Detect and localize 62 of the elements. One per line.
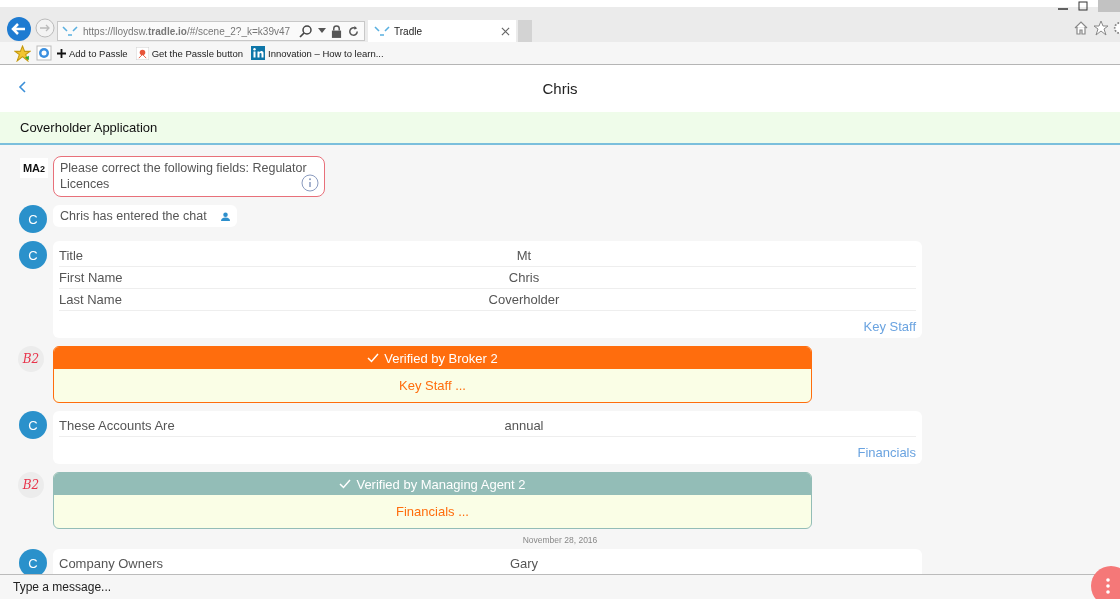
error-message-text: Please correct the following fields: Regulator Licences bbox=[60, 161, 307, 191]
octopus-icon bbox=[135, 46, 149, 60]
restore-icon[interactable] bbox=[1078, 1, 1088, 11]
form-link[interactable]: Financials bbox=[857, 445, 916, 460]
verification-subject: Key Staff ... bbox=[399, 378, 466, 393]
search-icon[interactable] bbox=[299, 24, 313, 38]
browser-tab[interactable]: Tradle bbox=[368, 20, 516, 42]
field-label: These Accounts Are bbox=[59, 418, 176, 433]
home-icon[interactable] bbox=[1073, 19, 1089, 36]
close-icon[interactable] bbox=[501, 26, 510, 36]
field-value: Chris bbox=[507, 270, 541, 285]
favorite-label: Innovation – How to learn... bbox=[268, 47, 384, 59]
forward-button[interactable] bbox=[35, 17, 55, 38]
verification-card[interactable]: Verified by Managing Agent 2 Financials ... bbox=[53, 472, 812, 529]
refresh-icon[interactable] bbox=[347, 24, 360, 38]
back-chevron-icon[interactable] bbox=[18, 80, 26, 93]
lock-icon bbox=[331, 24, 342, 38]
favorites-star-icon[interactable] bbox=[14, 44, 31, 62]
form-link[interactable]: Key Staff bbox=[863, 319, 916, 334]
browser-logo-icon[interactable] bbox=[36, 45, 52, 61]
verification-title: Verified by Managing Agent 2 bbox=[356, 476, 526, 492]
avatar: C bbox=[19, 205, 47, 233]
field-label: First Name bbox=[59, 270, 124, 285]
field-label: Title bbox=[59, 248, 85, 263]
favorite-link[interactable]: Add to Passle bbox=[57, 47, 128, 59]
checkmark-icon bbox=[367, 353, 380, 363]
field-value: annual bbox=[503, 418, 545, 433]
linkedin-icon bbox=[251, 46, 265, 60]
avatar: B2 bbox=[18, 472, 44, 498]
verification-title: Verified by Broker 2 bbox=[384, 350, 498, 366]
back-button[interactable] bbox=[6, 15, 32, 42]
avatar: C bbox=[19, 241, 47, 269]
system-message-text: Chris has entered the chat bbox=[60, 209, 207, 223]
site-logo-icon bbox=[374, 25, 390, 37]
person-icon bbox=[220, 211, 230, 221]
field-label: Last Name bbox=[59, 292, 123, 307]
verification-card[interactable]: Verified by Broker 2 Key Staff ... bbox=[53, 346, 812, 403]
avatar: C bbox=[19, 549, 47, 574]
field-value: Mt bbox=[515, 248, 533, 263]
field-value: Coverholder bbox=[487, 292, 561, 307]
field-label: Company Owners bbox=[59, 556, 165, 571]
verification-subject: Financials ... bbox=[396, 504, 469, 519]
favorite-link[interactable]: Innovation – How to learn... bbox=[251, 46, 384, 60]
application-banner: Coverholder Application bbox=[0, 112, 1120, 145]
field-value: Gary bbox=[508, 556, 540, 571]
message-input[interactable]: Type a message... bbox=[0, 580, 426, 594]
more-icon bbox=[1106, 578, 1110, 594]
checkmark-icon bbox=[339, 479, 352, 489]
dropdown-caret-icon[interactable] bbox=[318, 28, 326, 34]
url-text: https://lloydsw.tradle.io/#/scene_2?_k=k39v47 bbox=[83, 25, 292, 37]
site-logo-icon bbox=[62, 25, 78, 37]
favorite-label: Add to Passle bbox=[69, 47, 128, 59]
favorite-link[interactable]: Get the Passle button bbox=[135, 46, 243, 60]
plus-icon bbox=[57, 48, 66, 58]
avatar: B2 bbox=[18, 346, 44, 372]
info-icon[interactable] bbox=[301, 174, 319, 192]
avatar: C bbox=[19, 411, 47, 439]
date-label: November 28, 2016 bbox=[521, 535, 599, 545]
chat-title: Chris bbox=[541, 80, 579, 97]
address-bar[interactable]: https://lloydsw.tradle.io/#/scene_2?_k=k39v47 bbox=[57, 21, 365, 41]
star-icon[interactable] bbox=[1093, 19, 1109, 36]
favorite-label: Get the Passle button bbox=[151, 47, 243, 59]
